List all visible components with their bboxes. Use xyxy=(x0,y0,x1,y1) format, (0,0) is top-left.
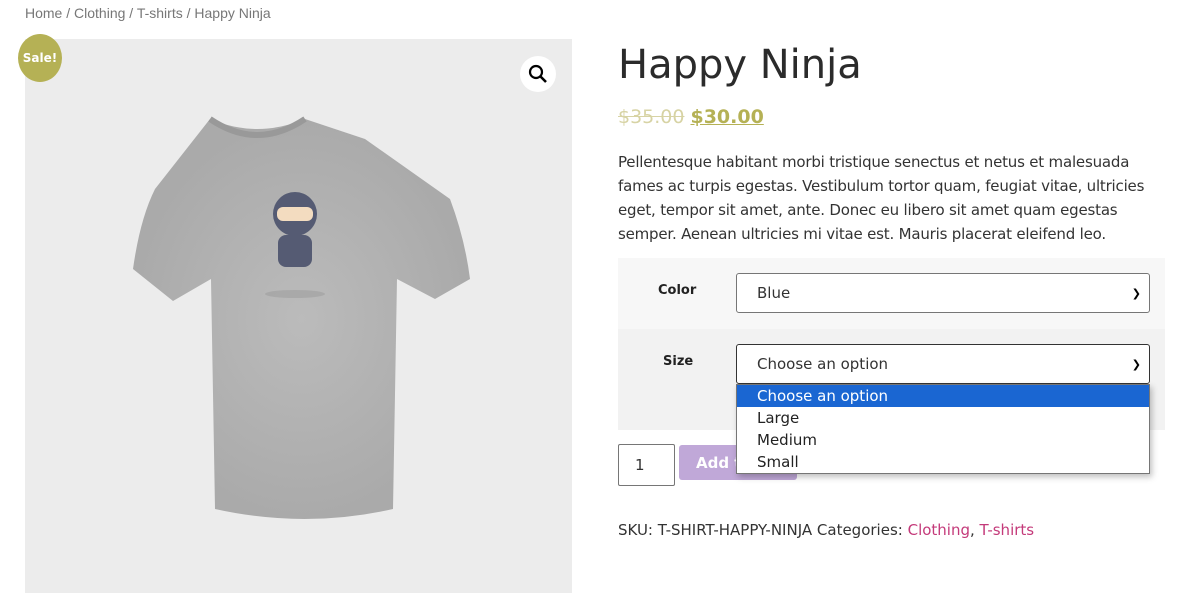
sku-label: SKU: xyxy=(618,521,653,539)
sale-badge: Sale! xyxy=(18,34,62,82)
size-value: Choose an option xyxy=(757,355,889,373)
size-option[interactable]: Choose an option xyxy=(737,385,1149,407)
breadcrumb-tshirts[interactable]: T-shirts xyxy=(137,5,183,21)
category-link-tshirts[interactable]: T-shirts xyxy=(980,521,1035,539)
size-dropdown: Choose an option Large Medium Small xyxy=(736,384,1150,474)
chevron-down-icon: ❯ xyxy=(1131,357,1141,371)
category-link-clothing[interactable]: Clothing xyxy=(908,521,970,539)
magnifier-icon xyxy=(528,64,547,83)
product-description: Pellentesque habitant morbi tristique se… xyxy=(618,153,1145,243)
sale-price: $30.00 xyxy=(690,106,764,128)
breadcrumb-clothing[interactable]: Clothing xyxy=(74,5,125,21)
color-select[interactable]: Blue ❯ xyxy=(736,273,1150,313)
size-label: Size xyxy=(663,354,694,369)
product-title: Happy Ninja xyxy=(618,42,862,88)
categories-label: Categories: xyxy=(816,521,903,539)
price: $35.00 $30.00 xyxy=(618,106,764,128)
old-price: $35.00 xyxy=(618,106,685,128)
quantity-input[interactable]: 1 xyxy=(618,444,675,486)
tshirt-image xyxy=(133,116,470,519)
size-option[interactable]: Small xyxy=(737,451,1149,473)
zoom-button[interactable] xyxy=(520,56,556,92)
breadcrumb-home[interactable]: Home xyxy=(25,5,62,21)
size-option[interactable]: Large xyxy=(737,407,1149,429)
breadcrumb-current: Happy Ninja xyxy=(194,5,271,21)
color-value: Blue xyxy=(757,284,791,302)
sku-value: T-SHIRT-HAPPY-NINJA xyxy=(657,521,813,539)
product-image[interactable] xyxy=(25,39,572,593)
breadcrumb: Home / Clothing / T-shirts / Happy Ninja xyxy=(25,5,271,21)
size-select[interactable]: Choose an option ❯ xyxy=(736,344,1150,384)
variation-row-color: Color Blue ❯ xyxy=(618,258,1165,329)
color-label: Color xyxy=(658,283,697,298)
product-meta: SKU: T-SHIRT-HAPPY-NINJA Categories: Clo… xyxy=(618,521,1035,539)
chevron-down-icon: ❯ xyxy=(1131,286,1141,300)
size-option[interactable]: Medium xyxy=(737,429,1149,451)
